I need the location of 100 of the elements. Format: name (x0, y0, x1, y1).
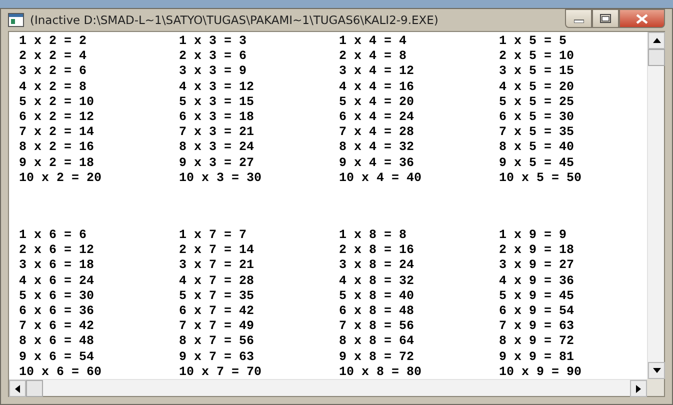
multiplication-line: 4 x 8 = 32 (339, 274, 416, 289)
multiplication-line: 10 x 5 = 50 (499, 170, 583, 186)
multiplication-line: 10 x 9 = 90 (499, 364, 583, 379)
horizontal-scrollbar[interactable] (9, 379, 647, 396)
multiplication-line: 2 x 5 = 10 (499, 49, 576, 64)
scroll-thumb[interactable] (26, 380, 43, 397)
multiplication-line: 9 x 4 = 36 (339, 156, 416, 171)
multiplication-line: 8 x 3 = 24 (179, 140, 256, 156)
multiplication-line: 5 x 2 = 10 (19, 94, 96, 110)
multiplication-line: 4 x 9 = 36 (499, 274, 576, 289)
multiplication-line: 7 x 7 = 49 (179, 319, 256, 334)
multiplication-line: 1 x 5 = 5 (499, 34, 568, 50)
multiplication-line: 8 x 4 = 32 (339, 140, 416, 156)
multiplication-line: 9 x 5 = 45 (499, 156, 576, 171)
multiplication-line: 3 x 2 = 6 (19, 64, 88, 80)
multiplication-line: 9 x 7 = 63 (179, 350, 256, 365)
multiplication-line: 8 x 8 = 64 (339, 334, 416, 350)
multiplication-line: 7 x 9 = 63 (499, 319, 576, 334)
multiplication-line: 3 x 6 = 18 (19, 258, 96, 274)
multiplication-line: 10 x 7 = 70 (179, 364, 263, 379)
multiplication-line: 9 x 9 = 81 (499, 350, 576, 365)
multiplication-line: 7 x 3 = 21 (179, 125, 256, 140)
multiplication-line: 1 x 6 = 6 (19, 228, 88, 244)
multiplication-line: 7 x 4 = 28 (339, 125, 416, 140)
multiplication-line: 6 x 2 = 12 (19, 110, 96, 126)
multiplication-line: 10 x 8 = 80 (339, 364, 423, 379)
multiplication-line: 1 x 7 = 7 (179, 228, 248, 244)
multiplication-line: 8 x 6 = 48 (19, 334, 96, 350)
multiplication-line: 7 x 5 = 35 (499, 125, 576, 140)
multiplication-line: 3 x 9 = 27 (499, 258, 576, 274)
multiplication-line: 10 x 3 = 30 (179, 170, 263, 186)
multiplication-line: 5 x 5 = 25 (499, 94, 576, 110)
multiplication-line: 4 x 7 = 28 (179, 274, 256, 289)
scroll-down-button[interactable] (648, 362, 665, 379)
multiplication-line: 5 x 8 = 40 (339, 288, 416, 304)
multiplication-line: 5 x 4 = 20 (339, 94, 416, 110)
multiplication-line: 5 x 6 = 30 (19, 288, 96, 304)
multiplication-line: 6 x 7 = 42 (179, 304, 256, 320)
multiplication-line: 3 x 7 = 21 (179, 258, 256, 274)
multiplication-line: 5 x 9 = 45 (499, 288, 576, 304)
multiplication-line: 4 x 6 = 24 (19, 274, 96, 289)
multiplication-line: 4 x 5 = 20 (499, 80, 576, 95)
left-arrow-icon (15, 384, 20, 392)
multiplication-line: 4 x 4 = 16 (339, 80, 416, 95)
multiplication-line: 6 x 8 = 48 (339, 304, 416, 320)
multiplication-line: 1 x 4 = 4 (339, 34, 408, 50)
multiplication-line: 2 x 7 = 14 (179, 243, 256, 258)
multiplication-line: 4 x 3 = 12 (179, 80, 256, 95)
size-grip[interactable] (647, 379, 664, 396)
multiplication-line: 6 x 3 = 18 (179, 110, 256, 126)
scroll-up-button[interactable] (648, 32, 665, 49)
multiplication-line: 6 x 9 = 54 (499, 304, 576, 320)
vertical-scrollbar[interactable] (647, 32, 664, 379)
multiplication-line: 10 x 4 = 40 (339, 170, 423, 186)
multiplication-line: 2 x 8 = 16 (339, 243, 416, 258)
multiplication-line: 2 x 3 = 6 (179, 49, 248, 64)
multiplication-line: 9 x 2 = 18 (19, 156, 96, 171)
multiplication-line: 3 x 4 = 12 (339, 64, 416, 80)
multiplication-line: 8 x 9 = 72 (499, 334, 576, 350)
multiplication-line: 8 x 5 = 40 (499, 140, 576, 156)
maximize-icon (600, 14, 611, 23)
right-arrow-icon (636, 384, 641, 392)
multiplication-line: 1 x 8 = 8 (339, 228, 408, 244)
multiplication-line: 2 x 2 = 4 (19, 49, 88, 64)
close-icon (636, 14, 648, 24)
close-button[interactable] (619, 9, 665, 28)
multiplication-line: 5 x 7 = 35 (179, 288, 256, 304)
multiplication-line: 5 x 3 = 15 (179, 94, 256, 110)
window-title: (Inactive D:\SMAD-L~1\SATYO\TUGAS\PAKAMI~1\TUGAS6\KALI2-9.EXE) (30, 13, 440, 27)
multiplication-line: 2 x 9 = 18 (499, 243, 576, 258)
multiplication-line: 8 x 2 = 16 (19, 140, 96, 156)
multiplication-line: 3 x 5 = 15 (499, 64, 576, 80)
multiplication-line: 2 x 6 = 12 (19, 243, 96, 258)
multiplication-line: 2 x 4 = 8 (339, 49, 408, 64)
up-arrow-icon (652, 38, 660, 43)
scroll-left-button[interactable] (9, 380, 26, 397)
multiplication-line: 7 x 6 = 42 (19, 319, 96, 334)
down-arrow-icon (652, 368, 660, 373)
multiplication-line: 1 x 3 = 3 (179, 34, 248, 50)
multiplication-line: 4 x 2 = 8 (19, 80, 88, 95)
multiplication-line: 9 x 3 = 27 (179, 156, 256, 171)
multiplication-line: 9 x 6 = 54 (19, 350, 96, 365)
multiplication-line: 3 x 3 = 9 (179, 64, 248, 80)
window-app-icon (8, 13, 24, 27)
scroll-thumb[interactable] (648, 49, 665, 66)
multiplication-line: 6 x 5 = 30 (499, 110, 576, 126)
multiplication-line: 7 x 2 = 14 (19, 125, 96, 140)
multiplication-line: 7 x 8 = 56 (339, 319, 416, 334)
multiplication-line: 1 x 2 = 2 (19, 34, 88, 50)
multiplication-line: 9 x 8 = 72 (339, 350, 416, 365)
multiplication-line: 6 x 4 = 24 (339, 110, 416, 126)
multiplication-line: 8 x 7 = 56 (179, 334, 256, 350)
maximize-button[interactable] (592, 9, 619, 28)
multiplication-line: 10 x 6 = 60 (19, 364, 103, 379)
multiplication-line: 10 x 2 = 20 (19, 170, 103, 186)
multiplication-line: 6 x 6 = 36 (19, 304, 96, 320)
scroll-right-button[interactable] (630, 380, 647, 397)
multiplication-line: 1 x 9 = 9 (499, 228, 568, 244)
minimize-button[interactable] (565, 9, 592, 28)
multiplication-line: 3 x 8 = 24 (339, 258, 416, 274)
